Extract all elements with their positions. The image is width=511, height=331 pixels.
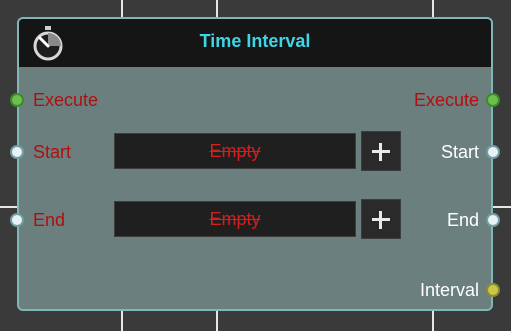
end-value-field[interactable]: Empty xyxy=(114,201,356,237)
start-value-field[interactable]: Empty xyxy=(114,133,356,169)
interval-output-pin[interactable] xyxy=(486,283,500,297)
end-input-label: End xyxy=(33,210,66,230)
end-add-button[interactable] xyxy=(361,199,401,239)
end-input-pin[interactable] xyxy=(10,213,24,227)
interval-output-label: Interval xyxy=(419,280,479,300)
execute-output-label: Execute xyxy=(413,90,479,110)
node-title: Time Interval xyxy=(199,31,311,51)
start-add-button[interactable] xyxy=(361,131,401,171)
end-output-label: End xyxy=(446,210,479,230)
time-interval-node[interactable]: Time Interval Execute Execute Start Empt… xyxy=(10,17,500,311)
execute-input-label: Execute xyxy=(33,90,99,110)
node-header[interactable]: Time Interval xyxy=(19,19,491,67)
start-output-pin[interactable] xyxy=(486,145,500,159)
start-output-label: Start xyxy=(440,142,479,162)
start-input-pin[interactable] xyxy=(10,145,24,159)
start-input-label: Start xyxy=(33,142,72,162)
execute-output-pin[interactable] xyxy=(486,93,500,107)
execute-input-pin[interactable] xyxy=(10,93,24,107)
end-output-pin[interactable] xyxy=(486,213,500,227)
